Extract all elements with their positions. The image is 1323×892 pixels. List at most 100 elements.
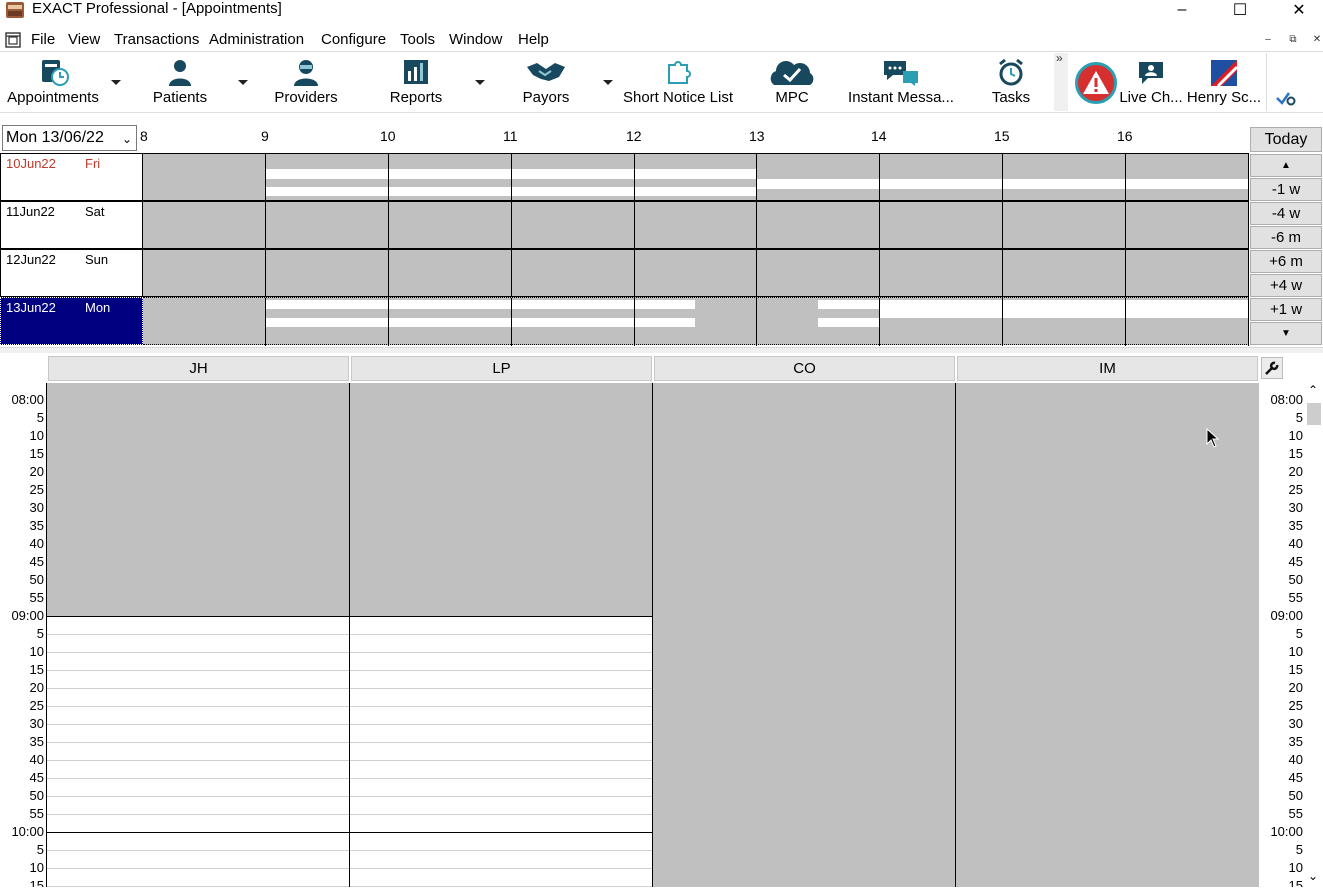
close-button[interactable]: ✕ — [1276, 0, 1322, 20]
day-row[interactable]: 10Jun22 Fri — [0, 153, 1249, 202]
menu-view[interactable]: View — [68, 31, 100, 48]
slot-line — [47, 670, 653, 671]
time-label: 50 — [1288, 788, 1303, 803]
minimize-button[interactable]: – — [1159, 0, 1205, 20]
appointments-dropdown-icon[interactable] — [110, 79, 122, 87]
menu-administration[interactable]: Administration — [209, 31, 304, 48]
day-label[interactable]: 11Jun22 Sat — [0, 201, 143, 249]
tasks-button[interactable]: Tasks — [985, 53, 1037, 111]
handshake-icon — [527, 63, 565, 81]
chevron-down-icon[interactable]: ⌄ — [122, 127, 132, 151]
day-timeline[interactable] — [143, 201, 1249, 250]
menu-tools[interactable]: Tools — [400, 31, 435, 48]
today-button[interactable]: Today — [1250, 127, 1322, 152]
day-schedule[interactable] — [46, 383, 1259, 887]
time-label: 15 — [1288, 446, 1303, 461]
date-picker[interactable]: Mon 13/06/22 ⌄ — [2, 125, 137, 151]
provider-column-im[interactable] — [956, 383, 1259, 887]
overflow-chevron-icon[interactable]: » — [1056, 51, 1063, 65]
time-label: 09:00 — [1270, 608, 1303, 623]
scroll-down-button[interactable]: ▼ — [1250, 322, 1322, 345]
time-label: 5 — [1295, 842, 1303, 857]
slot-line — [47, 724, 653, 725]
scrollbar-thumb[interactable] — [1307, 403, 1321, 425]
hour-gridline — [634, 250, 635, 298]
appointments-button[interactable]: Appointments — [4, 53, 102, 111]
provider-header-im[interactable]: IM — [957, 356, 1258, 381]
reports-button[interactable]: Reports — [380, 53, 452, 111]
day-timeline[interactable] — [143, 249, 1249, 298]
time-label: 35 — [29, 734, 44, 749]
minus-4-weeks-button[interactable]: -4 w — [1250, 202, 1322, 225]
time-label: 15 — [29, 878, 44, 887]
menu-configure[interactable]: Configure — [321, 31, 386, 48]
hour-gridline — [756, 202, 757, 250]
slot-line — [47, 868, 653, 869]
mdi-close-button[interactable]: ✕ — [1309, 33, 1323, 47]
splitter[interactable] — [0, 347, 1323, 353]
minus-6-months-button[interactable]: -6 m — [1250, 226, 1322, 249]
slot-line — [47, 850, 653, 851]
payors-button[interactable]: Payors — [510, 53, 582, 111]
hour-gridline — [511, 298, 512, 346]
mdi-child-icon[interactable] — [4, 31, 22, 49]
menu-file[interactable]: File — [31, 31, 55, 48]
provider-column-co[interactable] — [653, 383, 956, 887]
patients-dropdown-icon[interactable] — [237, 79, 249, 87]
henry-schein-button[interactable]: Henry Sc... — [1187, 53, 1261, 111]
plus-4-weeks-button[interactable]: +4 w — [1250, 274, 1322, 297]
available-time-block[interactable] — [350, 616, 653, 887]
hour-gridline — [1248, 202, 1249, 250]
hour-gridline — [1248, 250, 1249, 298]
live-chat-label: Live Ch... — [1119, 89, 1183, 106]
time-label: 10 — [1288, 428, 1303, 443]
maximize-button[interactable]: ☐ — [1217, 0, 1263, 20]
hour-gridline — [634, 154, 635, 202]
provider-header-lp[interactable]: LP — [351, 356, 652, 381]
day-label[interactable]: 12Jun22 Sun — [0, 249, 143, 297]
provider-header-jh[interactable]: JH — [48, 356, 349, 381]
day-row-selected[interactable]: 13Jun22 Mon — [0, 297, 1249, 346]
patients-button[interactable]: Patients — [145, 53, 215, 111]
time-label: 10:00 — [1270, 824, 1303, 839]
payors-dropdown-icon[interactable] — [602, 79, 614, 87]
short-notice-list-button[interactable]: Short Notice List — [620, 53, 736, 111]
menu-window[interactable]: Window — [449, 31, 502, 48]
instant-messaging-button[interactable]: Instant Messa... — [848, 53, 954, 111]
availability-block — [265, 300, 695, 309]
day-row[interactable]: 11Jun22 Sat — [0, 201, 1249, 250]
provider-header-co[interactable]: CO — [654, 356, 955, 381]
day-label[interactable]: 13Jun22 Mon — [0, 297, 143, 345]
menu-transactions[interactable]: Transactions — [114, 31, 199, 48]
minus-1-week-button[interactable]: -1 w — [1250, 178, 1322, 201]
day-timeline[interactable] — [143, 297, 1249, 346]
time-label: 5 — [1295, 410, 1303, 425]
scroll-down-arrow-icon[interactable]: ⌄ — [1308, 869, 1318, 883]
hour-gridline — [511, 154, 512, 202]
provider-column-lp[interactable] — [350, 383, 653, 887]
reports-dropdown-icon[interactable] — [474, 79, 486, 87]
plus-6-months-button[interactable]: +6 m — [1250, 250, 1322, 273]
day-timeline[interactable] — [143, 153, 1249, 202]
toolbar-overflow[interactable]: » — [1054, 51, 1068, 111]
day-row[interactable]: 12Jun22 Sun — [0, 249, 1249, 298]
slot-line — [47, 688, 653, 689]
providers-button[interactable]: Providers — [270, 53, 342, 111]
menu-help[interactable]: Help — [518, 31, 549, 48]
live-chat-button[interactable]: Live Ch... — [1119, 53, 1183, 111]
alert-button[interactable] — [1075, 62, 1117, 104]
mpc-button[interactable]: MPC — [762, 53, 822, 111]
settings-wrench-button[interactable] — [1261, 357, 1283, 379]
toolbar-extra-tool[interactable] — [1266, 53, 1323, 111]
vertical-scrollbar[interactable]: ⌃ ⌄ — [1305, 383, 1323, 887]
provider-column-jh[interactable] — [47, 383, 350, 887]
mdi-minimize-button[interactable]: – — [1260, 33, 1276, 47]
day-label[interactable]: 10Jun22 Fri — [0, 153, 143, 201]
available-time-block[interactable] — [47, 616, 350, 887]
scroll-up-button[interactable]: ▲ — [1250, 154, 1322, 177]
plus-1-week-button[interactable]: +1 w — [1250, 298, 1322, 321]
hour-gridline — [879, 298, 880, 346]
mdi-restore-button[interactable]: ⧉ — [1285, 33, 1301, 47]
scroll-up-arrow-icon[interactable]: ⌃ — [1308, 383, 1318, 397]
title-bar: EXACT Professional - [Appointments] – ☐ … — [0, 0, 1323, 28]
